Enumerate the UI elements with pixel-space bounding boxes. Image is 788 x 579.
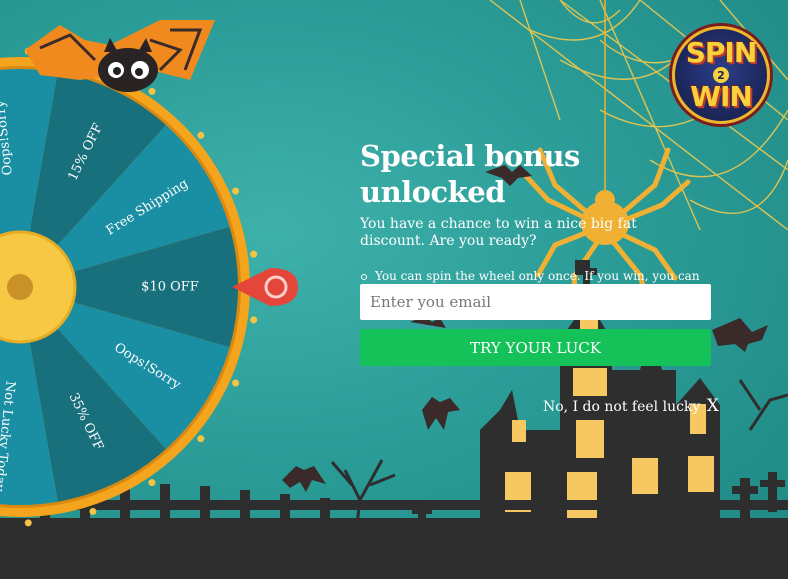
bat-icon xyxy=(282,466,326,492)
spin-popup: Oops!Sorry 15% OFF Free Shipping $10 OFF Oop… xyxy=(0,0,788,579)
subtitle-text: You have a chance to win a nice big fat … xyxy=(360,216,637,249)
close-icon[interactable]: X xyxy=(707,396,719,416)
logo-word-spin: SPIN xyxy=(685,36,758,69)
email-input[interactable] xyxy=(360,284,711,320)
bat-icon xyxy=(422,397,460,430)
decline-link[interactable]: No, I do not feel lucky X xyxy=(543,396,719,416)
spin-to-win-logo: SPIN 2 WIN xyxy=(672,26,770,124)
decline-label: No, I do not feel lucky xyxy=(543,399,701,415)
page-title: Special bonus unlocked xyxy=(360,139,580,209)
bat-icon xyxy=(712,318,768,352)
signup-panel: Special bonus unlocked You have a chance… xyxy=(360,138,719,416)
try-your-luck-button[interactable]: TRY YOUR LUCK xyxy=(360,329,711,366)
logo-word-win: WIN xyxy=(690,80,753,113)
